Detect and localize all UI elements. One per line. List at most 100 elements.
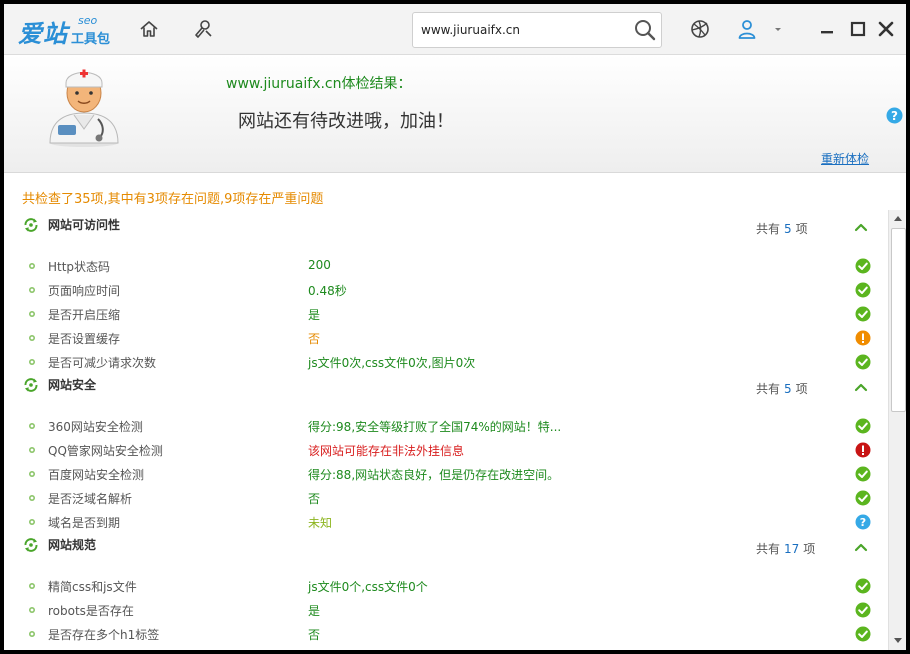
svg-text:?: ? <box>860 516 866 529</box>
section-header: 网站规范 共有 17 项 <box>4 534 888 558</box>
section-header: 网站可访问性 共有 5 项 <box>4 214 888 238</box>
collapse-chevron-icon[interactable] <box>853 220 869 234</box>
count-number: 5 <box>784 382 792 396</box>
check-result-header: www.jiuruaifx.cn体检结果： 网站还有待改进哦，加油！ 重新体检 … <box>4 55 906 173</box>
bullet-dot-icon <box>29 423 35 429</box>
check-item-row: 是否可减少请求次数 js文件0次,css文件0次,图片0次 <box>4 350 888 374</box>
section-count: 共有 5 项 <box>756 380 808 397</box>
check-item-value: js文件0次,css文件0次,图片0次 <box>308 356 476 370</box>
count-number: 17 <box>784 542 800 556</box>
check-item-label: 是否存在多个h1标签 <box>48 628 160 642</box>
status-ok-icon <box>855 490 871 506</box>
check-item-label: 是否可减少请求次数 <box>48 356 157 370</box>
user-icon[interactable] <box>736 18 758 40</box>
bullet-dot-icon <box>29 447 35 453</box>
check-item-row: 是否开启压缩 是 <box>4 302 888 326</box>
bullet-dot-icon <box>29 359 35 365</box>
minimize-icon[interactable] <box>816 18 838 40</box>
count-prefix: 共有 <box>756 222 781 236</box>
count-suffix: 项 <box>795 222 808 236</box>
check-item-row: 精简css和js文件 js文件0个,css文件0个 <box>4 574 888 598</box>
bullet-dot-icon <box>29 335 35 341</box>
app-window: 爱站 seo 工具包 www.jiuruaifx.cn www.jiuruaif… <box>4 4 906 650</box>
check-item-value: js文件0个,css文件0个 <box>308 580 428 594</box>
check-item-value: 否 <box>308 628 321 642</box>
scroll-down-arrow-icon[interactable] <box>892 636 904 646</box>
check-item-row: 360网站安全检测 得分:98,安全等级打败了全国74%的网站！特... <box>4 414 888 438</box>
bullet-dot-icon <box>29 287 35 293</box>
vertical-scrollbar[interactable] <box>888 210 906 650</box>
check-item-value: 该网站可能存在非法外挂信息 <box>308 444 465 458</box>
result-message: 网站还有待改进哦，加油！ <box>238 111 454 132</box>
logo-sub-text: 工具包 <box>71 32 111 47</box>
status-ok-icon <box>855 306 871 322</box>
status-ok-icon <box>855 418 871 434</box>
check-item-label: 域名是否到期 <box>48 516 121 530</box>
bullet-dot-icon <box>29 583 35 589</box>
check-item-label: 精简css和js文件 <box>48 580 137 594</box>
refresh-check-icon <box>24 538 38 552</box>
status-ok-icon <box>855 626 871 642</box>
check-item-value: 否 <box>308 332 321 346</box>
app-logo: 爱站 seo 工具包 <box>18 12 118 48</box>
bullet-dot-icon <box>29 607 35 613</box>
bullet-dot-icon <box>29 495 35 501</box>
check-item-row: robots是否存在 是 <box>4 598 888 622</box>
scroll-up-arrow-icon[interactable] <box>892 213 904 223</box>
logo-seo-text: seo <box>78 14 98 27</box>
check-item-row: 是否设置缓存 否 <box>4 326 888 350</box>
scroll-thumb[interactable] <box>891 228 906 412</box>
section-header: 网站安全 共有 5 项 <box>4 374 888 398</box>
home-icon[interactable] <box>138 18 160 40</box>
result-title: www.jiuruaifx.cn体检结果： <box>226 76 412 92</box>
count-number: 5 <box>784 222 792 236</box>
status-ok-icon <box>855 258 871 274</box>
check-item-value: 200 <box>308 258 331 272</box>
tools-icon[interactable] <box>192 18 214 40</box>
section-count: 共有 17 项 <box>756 540 815 557</box>
doctor-avatar-icon <box>49 69 119 147</box>
url-search-box <box>412 12 662 48</box>
check-item-value: 是 <box>308 604 321 618</box>
status-warn-icon <box>855 330 871 346</box>
status-ok-icon <box>855 578 871 594</box>
status-info-icon: ? <box>855 514 871 530</box>
summary-text: 共检查了35项,其中有3项存在问题,9项存在严重问题 <box>22 192 324 207</box>
browser-icon[interactable] <box>689 18 711 40</box>
bullet-dot-icon <box>29 263 35 269</box>
check-item-value: 0.48秒 <box>308 284 347 298</box>
status-error-icon <box>855 442 871 458</box>
search-icon[interactable] <box>633 18 657 42</box>
status-ok-icon <box>855 602 871 618</box>
check-item-row: QQ管家网站安全检测 该网站可能存在非法外挂信息 <box>4 438 888 462</box>
maximize-icon[interactable] <box>847 18 869 40</box>
check-item-row: 域名是否到期 未知? <box>4 510 888 534</box>
bullet-dot-icon <box>29 311 35 317</box>
refresh-check-icon <box>24 218 38 232</box>
help-icon[interactable]: ? <box>886 107 903 124</box>
recheck-link[interactable]: 重新体检 <box>821 150 869 167</box>
section-title: 网站规范 <box>48 538 97 552</box>
section-title: 网站可访问性 <box>48 218 121 232</box>
status-ok-icon <box>855 282 871 298</box>
close-icon[interactable] <box>875 18 897 40</box>
check-item-row: Http状态码 200 <box>4 254 888 278</box>
check-results-list: 网站可访问性 共有 5 项 Http状态码 200 页面响应时间 0.48秒 是否开启压缩是是否… <box>4 210 888 650</box>
url-input[interactable] <box>419 19 623 41</box>
collapse-chevron-icon[interactable] <box>853 380 869 394</box>
check-item-label: robots是否存在 <box>48 604 134 618</box>
dropdown-caret-icon[interactable] <box>772 18 784 40</box>
bullet-dot-icon <box>29 471 35 477</box>
count-prefix: 共有 <box>756 542 781 556</box>
title-bar: 爱站 seo 工具包 <box>4 4 906 55</box>
check-item-value: 未知 <box>308 516 333 530</box>
check-item-label: 是否开启压缩 <box>48 308 121 322</box>
check-item-value: 是 <box>308 308 321 322</box>
check-item-label: Http状态码 <box>48 260 111 274</box>
status-ok-icon <box>855 466 871 482</box>
count-prefix: 共有 <box>756 382 781 396</box>
bullet-dot-icon <box>29 631 35 637</box>
count-suffix: 项 <box>803 542 816 556</box>
collapse-chevron-icon[interactable] <box>853 540 869 554</box>
check-item-label: 是否设置缓存 <box>48 332 121 346</box>
